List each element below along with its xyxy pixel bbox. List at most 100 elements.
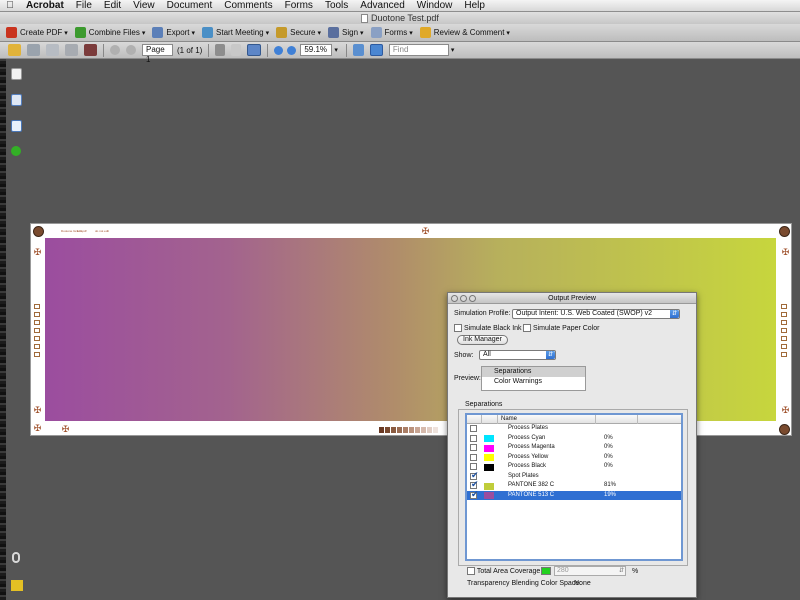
print-icon[interactable]	[27, 44, 40, 56]
row-checkbox[interactable]	[470, 490, 479, 502]
table-row[interactable]: Process Magenta 0%	[467, 443, 681, 453]
minimize-icon[interactable]	[460, 295, 467, 302]
coverage-value-field[interactable]: 280	[554, 566, 626, 576]
layers-panel-icon[interactable]	[11, 146, 21, 156]
export-icon	[152, 27, 164, 38]
menu-forms[interactable]: Forms	[279, 0, 319, 11]
separation-coverage: 0%	[604, 434, 613, 441]
find-input[interactable]: Find	[388, 44, 449, 56]
combine-files-button[interactable]: Combine Files ▾	[74, 27, 146, 38]
preview-option-color-warnings[interactable]: Color Warnings	[482, 377, 585, 387]
color-bar-swatch	[379, 427, 384, 433]
density-patch	[34, 312, 40, 317]
table-row[interactable]: PANTONE 382 C 81%	[467, 480, 681, 491]
simulation-profile-select[interactable]: Output Intent: U.S. Web Coated (SWOP) v2…	[512, 309, 680, 319]
coverage-color-swatch[interactable]	[541, 567, 551, 575]
marquee-zoom-icon[interactable]	[247, 44, 262, 56]
column-divider	[595, 415, 596, 424]
zoom-in-icon[interactable]	[287, 45, 297, 55]
open-folder-icon[interactable]	[8, 44, 21, 56]
simulate-black-ink-checkbox[interactable]: Simulate Black Ink	[454, 324, 522, 332]
toolbar-divider	[345, 43, 347, 57]
window-titlebar: Duotone Test.pdf	[0, 12, 800, 24]
forms-button[interactable]: Forms ▾	[370, 27, 413, 38]
menu-tools[interactable]: Tools	[319, 0, 354, 11]
signatures-panel-icon[interactable]	[11, 120, 22, 132]
color-bar-swatch	[403, 427, 408, 433]
combine-files-icon	[74, 27, 86, 38]
table-row[interactable]: Spot Plates	[467, 471, 681, 482]
chevron-down-icon[interactable]: ▾	[451, 46, 455, 54]
menu-help[interactable]: Help	[458, 0, 491, 11]
name-column-header[interactable]: Name	[501, 415, 517, 424]
total-area-coverage-checkbox[interactable]: Total Area Coverage	[467, 567, 540, 575]
email-icon[interactable]	[65, 44, 78, 56]
menu-file[interactable]: File	[70, 0, 98, 11]
zoom-icon[interactable]	[469, 295, 476, 302]
arrow-up-icon[interactable]	[110, 45, 120, 55]
bookmarks-panel-icon[interactable]	[11, 94, 22, 106]
table-row[interactable]: Process Plates	[467, 424, 681, 434]
arrow-down-icon[interactable]	[126, 45, 136, 55]
coverage-value: 280	[557, 567, 569, 574]
find-placeholder: Find	[392, 45, 409, 54]
review-comment-button[interactable]: Review & Comment ▾	[419, 27, 510, 38]
comments-panel-icon[interactable]	[11, 580, 23, 591]
pages-panel-icon[interactable]	[11, 68, 22, 80]
total-area-coverage-label: Total Area Coverage	[476, 567, 541, 575]
table-row[interactable]: Process Cyan 0%	[467, 434, 681, 444]
menu-edit[interactable]: Edit	[98, 0, 127, 11]
document-camera-icon[interactable]	[84, 44, 97, 56]
chevron-down-icon[interactable]: ▾	[334, 46, 338, 54]
fullscreen-icon[interactable]	[369, 44, 383, 56]
navigation-toolbar: Page 1 (1 of 1) 59.1% ▾ Find ▾	[0, 42, 800, 64]
menu-window[interactable]: Window	[411, 0, 459, 11]
export-button[interactable]: Export ▾	[152, 27, 195, 38]
table-row[interactable]: Process Yellow 0%	[467, 453, 681, 463]
crop-mark-icon: ✠	[781, 405, 790, 415]
hand-tool-icon[interactable]	[231, 44, 242, 56]
menu-view[interactable]: View	[127, 0, 161, 11]
task-toolbar: Create PDF ▾ Combine Files ▾ Export ▾ Start…	[0, 24, 800, 42]
preview-option-separations[interactable]: Separations	[482, 367, 585, 377]
separations-table[interactable]: Name Process Plates Process Cyan 0% Process…	[465, 413, 683, 561]
select-cursor-icon[interactable]	[215, 44, 226, 56]
checkbox-box	[467, 567, 475, 575]
secure-label: Secure	[290, 28, 316, 37]
ink-color-swatch	[484, 492, 494, 499]
save-icon[interactable]	[46, 44, 59, 56]
coverage-unit: %	[632, 568, 639, 575]
show-select[interactable]: All ⇵	[479, 350, 556, 360]
create-pdf-button[interactable]: Create PDF ▾	[6, 27, 68, 38]
chevron-updown-icon[interactable]: ⇵	[619, 567, 624, 574]
zoom-out-icon[interactable]	[274, 45, 284, 55]
forms-icon	[370, 27, 382, 38]
density-patch	[781, 320, 787, 325]
lock-icon	[276, 27, 288, 38]
menu-app[interactable]: Acrobat	[20, 0, 70, 11]
sign-button[interactable]: Sign ▾	[328, 27, 364, 38]
simulate-paper-color-checkbox[interactable]: Simulate Paper Color	[523, 324, 599, 332]
chevron-down-icon: ▾	[141, 29, 146, 37]
crop-mark-icon: ✠	[33, 247, 42, 257]
ink-manager-button[interactable]: Ink Manager	[457, 335, 508, 345]
preview-list[interactable]: Separations Color Warnings	[481, 366, 586, 391]
fit-page-icon[interactable]	[352, 44, 364, 56]
table-row[interactable]: PANTONE 513 C 19%	[467, 490, 681, 502]
apple-menu-icon[interactable]: 	[0, 0, 20, 11]
menu-document[interactable]: Document	[161, 0, 219, 11]
zoom-field[interactable]: 59.1%	[300, 44, 333, 56]
chevron-down-icon: ▾	[360, 29, 364, 37]
attachments-icon[interactable]	[12, 552, 20, 563]
page-number-field[interactable]: Page 1	[142, 44, 173, 64]
start-meeting-button[interactable]: Start Meeting ▾	[202, 27, 269, 38]
menu-comments[interactable]: Comments	[218, 0, 278, 11]
secure-button[interactable]: Secure ▾	[276, 27, 321, 38]
create-pdf-icon	[6, 27, 17, 38]
close-icon[interactable]	[451, 295, 458, 302]
menu-advanced[interactable]: Advanced	[354, 0, 410, 11]
table-row[interactable]: Process Black 0%	[467, 462, 681, 472]
color-bar-swatch	[409, 427, 414, 433]
chevron-down-icon: ▾	[265, 29, 270, 37]
crop-mark-icon: ✠	[61, 424, 70, 434]
